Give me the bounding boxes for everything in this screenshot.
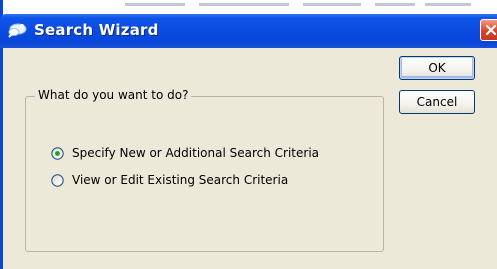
- dialog-client-area: What do you want to do? Specify New or A…: [3, 48, 497, 269]
- radio-label-specify-new: Specify New or Additional Search Criteri…: [72, 146, 320, 160]
- ok-button[interactable]: OK: [399, 56, 475, 80]
- radio-selected-icon[interactable]: [51, 146, 64, 160]
- close-icon: [485, 24, 497, 36]
- radio-option-specify-new[interactable]: Specify New or Additional Search Criteri…: [51, 144, 319, 162]
- search-wizard-dialog: Search Wizard What do you want to do? Sp…: [0, 0, 497, 269]
- group-legend: What do you want to do?: [35, 88, 192, 102]
- radio-unselected-icon[interactable]: [51, 173, 64, 187]
- window-title: Search Wizard: [34, 21, 159, 39]
- search-wizard-app-icon: [7, 21, 27, 39]
- cancel-button[interactable]: Cancel: [399, 90, 475, 114]
- radio-label-view-edit: View or Edit Existing Search Criteria: [72, 173, 289, 187]
- search-action-group: What do you want to do? Specify New or A…: [25, 88, 384, 252]
- close-button[interactable]: [480, 19, 497, 41]
- radio-option-view-edit[interactable]: View or Edit Existing Search Criteria: [51, 171, 288, 189]
- background-window-strip: [3, 0, 497, 14]
- title-bar[interactable]: Search Wizard: [0, 14, 497, 48]
